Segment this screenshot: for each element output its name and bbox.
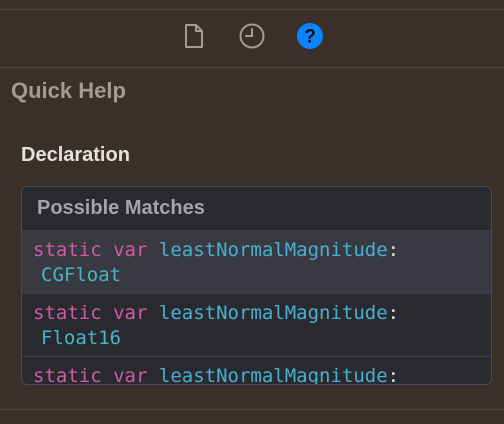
clock-icon xyxy=(238,22,266,54)
match-item[interactable]: static var leastNormalMagnitude: Float16 xyxy=(22,294,491,357)
match-item[interactable]: static var leastNormalMagnitude: CGFloat xyxy=(22,231,491,294)
question-circle-icon: ? xyxy=(296,22,324,54)
keyword-var: var xyxy=(113,239,148,261)
possible-matches-panel: Possible Matches static var leastNormalM… xyxy=(21,186,492,385)
symbol-name: leastNormalMagnitude xyxy=(158,302,388,324)
bottom-divider xyxy=(0,409,504,410)
keyword-var: var xyxy=(113,302,148,324)
quick-help-title: Quick Help xyxy=(11,78,126,103)
symbol-type: CGFloat xyxy=(41,264,122,286)
keyword-static: static xyxy=(33,302,102,324)
colon: : xyxy=(387,365,400,385)
keyword-var: var xyxy=(113,365,148,385)
symbol-name: leastNormalMagnitude xyxy=(158,239,388,261)
tab-history-inspector[interactable] xyxy=(238,22,266,54)
match-item[interactable]: static var leastNormalMagnitude: xyxy=(22,357,491,385)
document-icon xyxy=(183,23,205,53)
inspector-selector-bar: ? xyxy=(0,10,504,66)
tab-file-inspector[interactable] xyxy=(180,24,208,52)
svg-text:?: ? xyxy=(304,27,316,48)
symbol-type: Float16 xyxy=(41,327,122,349)
colon: : xyxy=(387,302,400,324)
colon: : xyxy=(387,239,400,261)
possible-matches-header: Possible Matches xyxy=(22,187,491,231)
inspector-bar-divider xyxy=(0,67,504,68)
tab-quick-help-inspector[interactable]: ? xyxy=(296,22,324,54)
keyword-static: static xyxy=(33,365,102,385)
symbol-name: leastNormalMagnitude xyxy=(158,365,388,385)
keyword-static: static xyxy=(33,239,102,261)
declaration-heading: Declaration xyxy=(21,144,130,166)
